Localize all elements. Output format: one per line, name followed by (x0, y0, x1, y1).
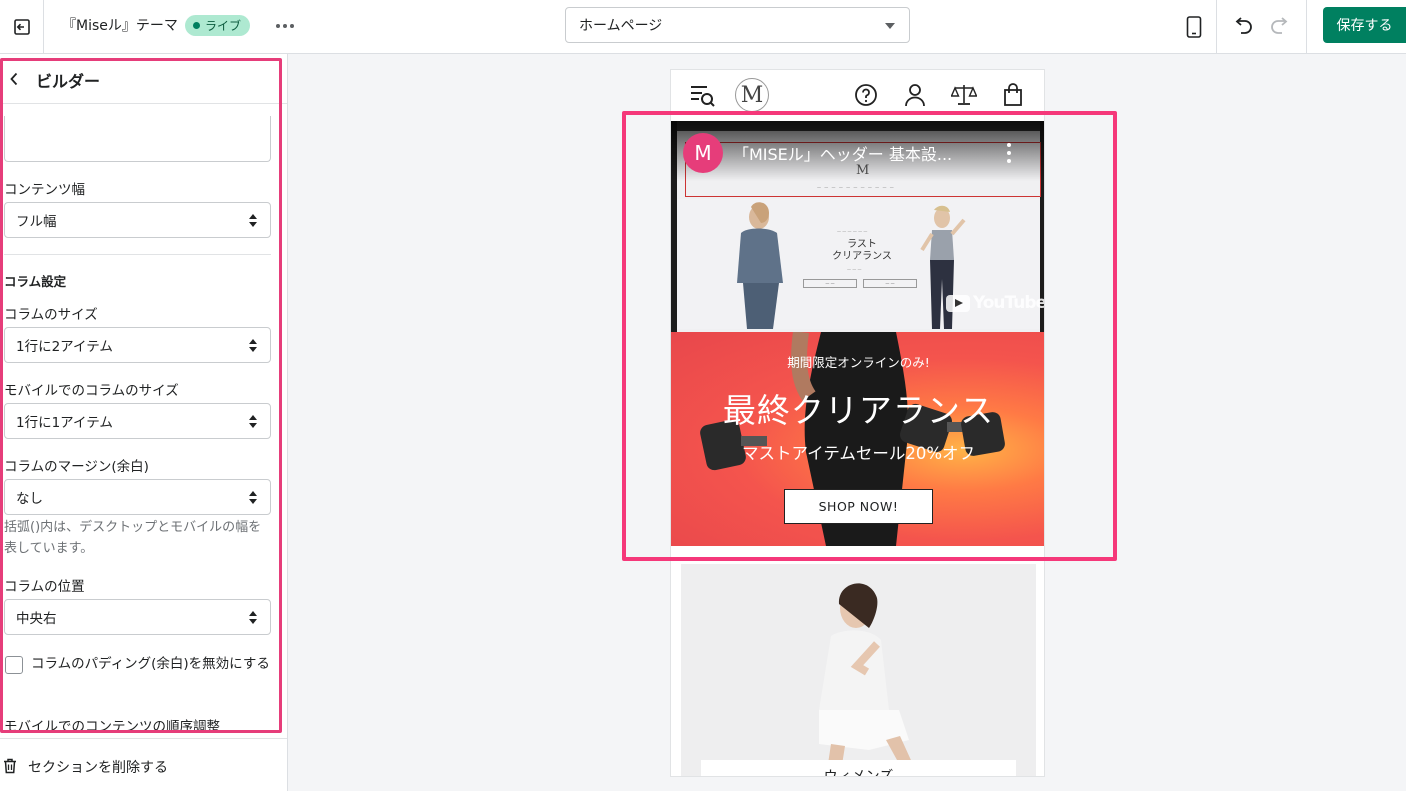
youtube-wordmark: YouTube (973, 293, 1045, 313)
help-button[interactable] (853, 82, 879, 108)
thumbnail-subtitle: — — — — — — (837, 229, 868, 234)
channel-avatar[interactable]: M (683, 133, 723, 173)
mobile-column-size-value: 1行に1アイテム (16, 415, 113, 431)
redo-button[interactable] (1265, 12, 1295, 42)
disable-padding-checkbox[interactable] (5, 656, 23, 674)
column-size-select[interactable]: 1行に2アイテム (4, 327, 271, 363)
select-arrows-icon (249, 611, 257, 624)
help-icon (855, 84, 877, 106)
more-actions-button[interactable] (271, 12, 299, 40)
column-margin-select[interactable]: なし (4, 479, 271, 515)
column-position-value: 中央右 (16, 611, 57, 627)
page-selector[interactable]: ホームページ (565, 7, 910, 43)
device-toggle-button[interactable] (1172, 0, 1217, 54)
delete-section-button[interactable]: セクションを削除する (0, 739, 287, 791)
account-button[interactable] (902, 82, 928, 108)
live-badge-label: ライブ (205, 19, 242, 33)
collection-label: ウィメンズ (701, 760, 1016, 776)
chevron-left-icon (10, 72, 18, 86)
thumbnail-percent: — — — (847, 267, 862, 272)
thumbnail-button-b: — — (863, 279, 917, 288)
thumbnail-title-text: ラスト クリアランス (832, 239, 892, 262)
kebab-dot-icon (1007, 159, 1011, 163)
column-position-label: コラムの位置 (4, 579, 85, 595)
page-selector-value: ホームページ (579, 18, 663, 34)
trash-icon (4, 758, 16, 774)
top-bar: 『Miseル』テーマ ライブ ホームページ 保存する (0, 0, 1406, 54)
caret-down-icon (885, 23, 895, 29)
model-figure-illustration (737, 202, 783, 329)
mobile-order-label: モバイルでのコンテンツの順序調整 (4, 719, 220, 735)
cart-button[interactable] (1000, 82, 1026, 108)
content-width-value: フル幅 (16, 214, 57, 230)
exit-icon (13, 19, 30, 35)
delete-section-label: セクションを削除する (28, 760, 168, 776)
kebab-dot-icon (1007, 143, 1011, 147)
column-size-value: 1行に2アイテム (16, 339, 113, 355)
column-position-select[interactable]: 中央右 (4, 599, 271, 635)
youtube-video-embed[interactable]: M — — — — — — — — — — — — — — — — — ラスト … (671, 121, 1045, 332)
compare-button[interactable] (951, 82, 977, 108)
select-arrows-icon (249, 491, 257, 504)
sidebar-footer: セクションを削除する (0, 738, 287, 791)
column-margin-label: コラムのマージン(余白) (4, 459, 149, 475)
shopping-bag-icon (1004, 83, 1022, 106)
mobile-column-size-select[interactable]: 1行に1アイテム (4, 403, 271, 439)
promo-eyebrow: 期間限定オンラインのみ! (787, 355, 930, 370)
store-logo[interactable]: M (735, 78, 769, 112)
topbar-divider (1306, 0, 1307, 54)
exit-button[interactable] (0, 0, 44, 54)
undo-icon (1235, 17, 1252, 34)
select-arrows-icon (249, 339, 257, 352)
save-button[interactable]: 保存する (1323, 7, 1406, 43)
video-title[interactable]: 「MISEル」ヘッダー 基本設... (733, 141, 1003, 165)
sidebar-header: ビルダー (0, 54, 287, 104)
live-status-badge: ライブ (185, 15, 251, 36)
promo-subtitle: マストアイテムセール20%オフ (741, 444, 976, 463)
model-seated-illustration (819, 583, 919, 776)
column-margin-value: なし (16, 491, 43, 507)
menu-search-button[interactable] (689, 82, 715, 108)
menu-search-icon (691, 86, 715, 107)
shop-now-button[interactable]: SHOP NOW! (784, 489, 933, 524)
undo-button[interactable] (1228, 12, 1258, 42)
theme-name: 『Miseル』テーマ (62, 18, 178, 34)
select-arrows-icon (249, 214, 257, 227)
column-settings-heading: コラム設定 (4, 274, 67, 289)
disable-padding-label[interactable]: コラムのパディング(余白)を無効にする (31, 654, 271, 675)
status-dot-icon (193, 22, 200, 29)
thumbnail-button-a: — — (803, 279, 857, 288)
mobile-column-size-label: モバイルでのコラムのサイズ (4, 383, 179, 399)
user-icon (905, 84, 925, 107)
thumbnail-title: ラスト クリアランス (827, 239, 897, 263)
text-area-field[interactable] (4, 116, 271, 162)
promo-banner: 期間限定オンラインのみ! 最終クリアランス マストアイテムセール20%オフ SH… (671, 332, 1044, 546)
select-arrows-icon (249, 415, 257, 428)
settings-sidebar: ビルダー コンテンツ幅 フル幅 コラム設定 コラムのサイズ 1行に2アイテム モ… (0, 54, 288, 791)
back-button[interactable] (4, 68, 24, 90)
redo-icon (1271, 17, 1288, 34)
mobile-device-icon (1186, 16, 1202, 38)
promo-title: 最終クリアランス (722, 391, 995, 430)
margin-help-text: 括弧()内は、デスクトップとモバイルの幅を表しています。 (4, 520, 262, 556)
youtube-play-icon (946, 294, 970, 312)
kebab-dot-icon (1007, 151, 1011, 155)
more-horizontal-icon (276, 24, 294, 28)
youtube-logo[interactable]: YouTube (946, 293, 1045, 313)
sidebar-title: ビルダー (36, 72, 101, 91)
scale-icon (951, 85, 977, 105)
video-menu-button[interactable] (1001, 143, 1017, 163)
collection-card-womens[interactable]: ウィメンズ (681, 564, 1036, 776)
column-size-label: コラムのサイズ (4, 307, 98, 323)
content-width-select[interactable]: フル幅 (4, 202, 271, 238)
store-preview: M M — — — — — — — — — — — — — — — — — ラス… (670, 69, 1045, 777)
section-divider (4, 254, 271, 255)
content-width-label: コンテンツ幅 (4, 182, 85, 198)
store-header: M (671, 70, 1044, 121)
